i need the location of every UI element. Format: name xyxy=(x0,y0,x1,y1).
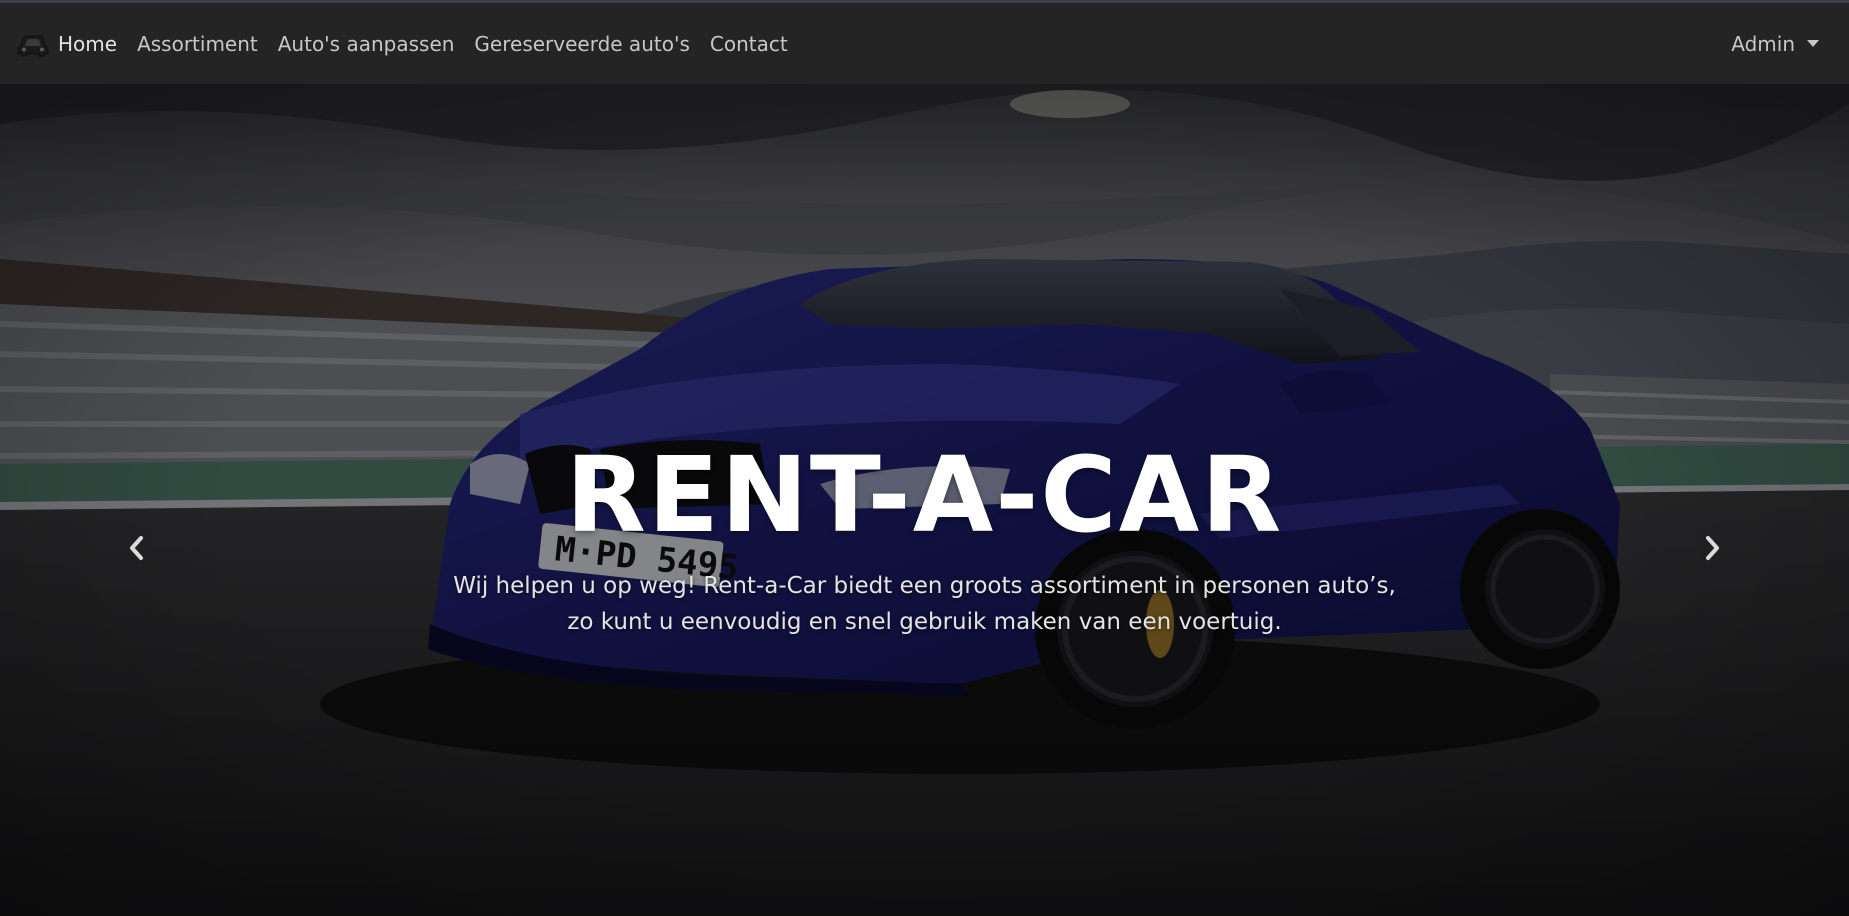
hero-description: Wij helpen u op weg! Rent-a-Car biedt ee… xyxy=(0,568,1849,640)
car-icon[interactable] xyxy=(16,33,50,57)
hero-carousel: M·PD 5495 RENT-A-CAR Wij helpen u op weg… xyxy=(0,84,1849,916)
hero-description-line1: Wij helpen u op weg! Rent-a-Car biedt ee… xyxy=(453,573,1396,599)
hero-description-line2: zo kunt u eenvoudig en snel gebruik make… xyxy=(567,609,1282,635)
caret-down-icon xyxy=(1807,40,1819,47)
nav-assortiment-link[interactable]: Assortiment xyxy=(137,32,258,56)
navbar: Home Assortiment Auto's aanpassen Gerese… xyxy=(0,0,1849,84)
nav-autos-aanpassen-link[interactable]: Auto's aanpassen xyxy=(278,32,455,56)
carousel-next-button[interactable] xyxy=(1691,526,1735,570)
hero-title: RENT-A-CAR xyxy=(565,434,1284,556)
nav-contact-link[interactable]: Contact xyxy=(710,32,788,56)
chevron-left-icon xyxy=(130,536,143,560)
nav-home-link[interactable]: Home xyxy=(58,32,117,56)
carousel-prev-button[interactable] xyxy=(114,526,158,570)
nav-links: Home Assortiment Auto's aanpassen Gerese… xyxy=(58,3,808,84)
admin-label: Admin xyxy=(1731,31,1795,56)
admin-dropdown[interactable]: Admin xyxy=(1731,3,1819,84)
chevron-right-icon xyxy=(1706,536,1719,560)
nav-gereserveerde-autos-link[interactable]: Gereserveerde auto's xyxy=(474,32,689,56)
